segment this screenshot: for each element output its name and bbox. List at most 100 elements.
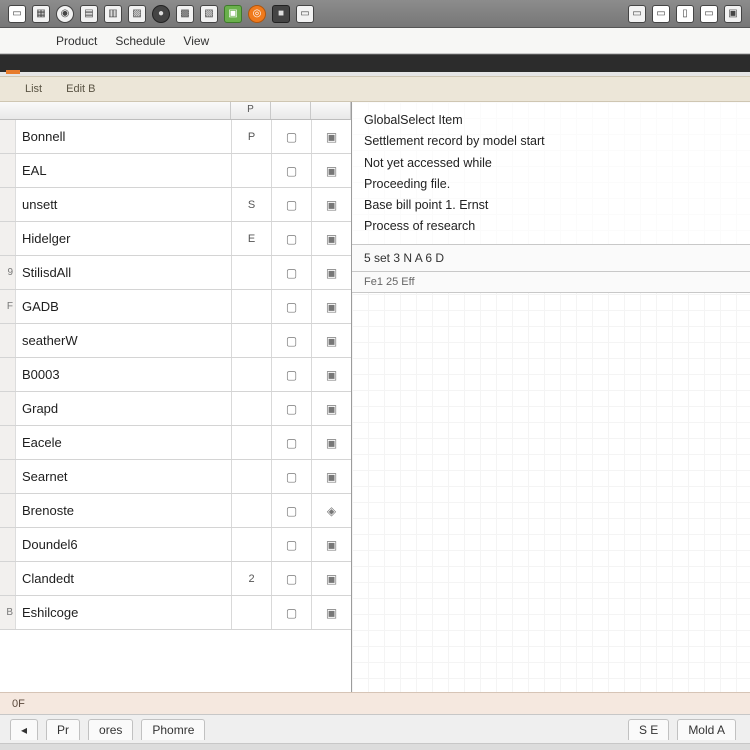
menu-view[interactable]: View xyxy=(183,34,209,48)
row-icon[interactable]: ▢ xyxy=(271,324,311,357)
row-icon[interactable]: ▢ xyxy=(271,120,311,153)
toolbar-btn-list[interactable]: List xyxy=(18,81,49,97)
bottom-label: 0F xyxy=(12,698,25,710)
table-row[interactable]: HidelgerE▢▣ xyxy=(0,222,351,256)
table-row[interactable]: BEshilcoge▢▣ xyxy=(0,596,351,630)
row-name: Searnet xyxy=(16,469,231,484)
tray-icon-right4[interactable]: ▭ xyxy=(700,5,718,23)
table-row[interactable]: BonnellP▢▣ xyxy=(0,120,351,154)
row-number xyxy=(0,528,16,561)
row-icon[interactable]: ▢ xyxy=(271,426,311,459)
row-type-icon[interactable]: ▣ xyxy=(311,426,351,459)
row-type-icon[interactable]: ▣ xyxy=(311,256,351,289)
row-icon[interactable]: ▢ xyxy=(271,528,311,561)
detail-line-5: Process of research xyxy=(364,216,738,237)
tray-icon-right1[interactable]: ▭ xyxy=(628,5,646,23)
left-list-panel: P BonnellP▢▣EAL▢▣unsettS▢▣HidelgerE▢▣9St… xyxy=(0,102,352,692)
row-number xyxy=(0,460,16,493)
row-icon[interactable]: ▢ xyxy=(271,256,311,289)
table-row[interactable]: Clandedt2▢▣ xyxy=(0,562,351,596)
table-row[interactable]: Brenoste▢◈ xyxy=(0,494,351,528)
row-col-1 xyxy=(231,426,271,459)
table-row[interactable]: EAL▢▣ xyxy=(0,154,351,188)
row-col-1 xyxy=(231,290,271,323)
list-header-c1[interactable]: P xyxy=(231,102,271,119)
tab-1[interactable]: ores xyxy=(88,719,133,740)
table-row[interactable]: Eacele ▢▣ xyxy=(0,426,351,460)
tray-icon-app7[interactable]: ▭ xyxy=(296,5,314,23)
row-icon[interactable]: ▢ xyxy=(271,596,311,629)
table-row[interactable]: 9StilisdAll▢▣ xyxy=(0,256,351,290)
row-type-icon[interactable]: ▣ xyxy=(311,562,351,595)
table-row[interactable]: seatherW ▢▣ xyxy=(0,324,351,358)
status-bar xyxy=(0,744,750,750)
tab-right-1[interactable]: Mold A xyxy=(677,719,736,740)
table-row[interactable]: B0003▢▣ xyxy=(0,358,351,392)
tab-0[interactable]: Pr xyxy=(46,719,80,740)
list-header-c3[interactable] xyxy=(311,102,351,119)
tray-icon-app5[interactable]: ▩ xyxy=(176,5,194,23)
tab-nav-icon[interactable]: ◂ xyxy=(10,719,38,740)
row-col-1: P xyxy=(231,120,271,153)
row-icon[interactable]: ▢ xyxy=(271,188,311,221)
row-type-icon[interactable]: ▣ xyxy=(311,358,351,391)
tray-icon-app2[interactable]: ▤ xyxy=(80,5,98,23)
tray-icon-dot1[interactable]: ● xyxy=(152,5,170,23)
table-row[interactable]: Grapd▢▣ xyxy=(0,392,351,426)
row-type-icon[interactable]: ▣ xyxy=(311,392,351,425)
tray-icon-app3[interactable]: ▥ xyxy=(104,5,122,23)
row-icon[interactable]: ▢ xyxy=(271,154,311,187)
tray-icon-app4[interactable]: ▨ xyxy=(128,5,146,23)
tray-icon-app6[interactable]: ▧ xyxy=(200,5,218,23)
row-type-icon[interactable]: ▣ xyxy=(311,290,351,323)
row-name: seatherW xyxy=(16,333,231,348)
tray-icon-green[interactable]: ▣ xyxy=(224,5,242,23)
menu-schedule[interactable]: Schedule xyxy=(115,34,165,48)
tray-icon-disc[interactable]: ◉ xyxy=(56,5,74,23)
row-type-icon[interactable]: ▣ xyxy=(311,324,351,357)
tab-2[interactable]: Phomre xyxy=(141,719,205,740)
tray-icon-right3[interactable]: ▯ xyxy=(676,5,694,23)
tray-icon-right2[interactable]: ▭ xyxy=(652,5,670,23)
row-type-icon[interactable]: ▣ xyxy=(311,528,351,561)
row-type-icon[interactable]: ▣ xyxy=(311,120,351,153)
row-type-icon[interactable]: ▣ xyxy=(311,188,351,221)
accent-indicator xyxy=(6,70,20,74)
row-icon[interactable]: ▢ xyxy=(271,222,311,255)
table-row[interactable]: unsettS▢▣ xyxy=(0,188,351,222)
row-icon[interactable]: ▢ xyxy=(271,562,311,595)
main-area: P BonnellP▢▣EAL▢▣unsettS▢▣HidelgerE▢▣9St… xyxy=(0,102,750,692)
tray-icon-doc[interactable]: ▭ xyxy=(8,5,26,23)
table-row[interactable]: FGADB▢▣ xyxy=(0,290,351,324)
row-icon[interactable]: ▢ xyxy=(271,460,311,493)
list-header-c2[interactable] xyxy=(271,102,311,119)
toolbar-btn-edit[interactable]: Edit B xyxy=(59,81,102,97)
tray-icon-dark[interactable]: ■ xyxy=(272,5,290,23)
row-name: Eacele xyxy=(16,435,231,450)
row-number: 9 xyxy=(0,256,16,289)
detail-sub-row[interactable]: 5 set 3 N A 6 D xyxy=(352,244,750,272)
row-type-icon[interactable]: ▣ xyxy=(311,596,351,629)
row-type-icon[interactable]: ▣ xyxy=(311,154,351,187)
table-row[interactable]: Searnet ▢▣ xyxy=(0,460,351,494)
tray-icon-orange[interactable]: ◎ xyxy=(248,5,266,23)
detail-line-2: Not yet accessed while xyxy=(364,153,738,174)
menu-product[interactable]: Product xyxy=(56,34,97,48)
row-icon[interactable]: ▢ xyxy=(271,290,311,323)
row-type-icon[interactable]: ▣ xyxy=(311,460,351,493)
tab-right-0[interactable]: S E xyxy=(628,719,669,740)
list-header-name[interactable] xyxy=(0,102,231,119)
tray-icon-app1[interactable]: ▦ xyxy=(32,5,50,23)
row-icon[interactable]: ▢ xyxy=(271,494,311,527)
tray-icon-right5[interactable]: ▣ xyxy=(724,5,742,23)
row-name: Doundel6 xyxy=(16,537,231,552)
table-row[interactable]: Doundel6 ▢▣ xyxy=(0,528,351,562)
row-number xyxy=(0,188,16,221)
row-type-icon[interactable]: ◈ xyxy=(311,494,351,527)
row-type-icon[interactable]: ▣ xyxy=(311,222,351,255)
detail-sub-row-2[interactable]: Fe1 25 Eff xyxy=(352,272,750,293)
row-icon[interactable]: ▢ xyxy=(271,358,311,391)
row-icon[interactable]: ▢ xyxy=(271,392,311,425)
row-col-1 xyxy=(231,494,271,527)
detail-info: GlobalSelect Item Settlement record by m… xyxy=(352,102,750,244)
